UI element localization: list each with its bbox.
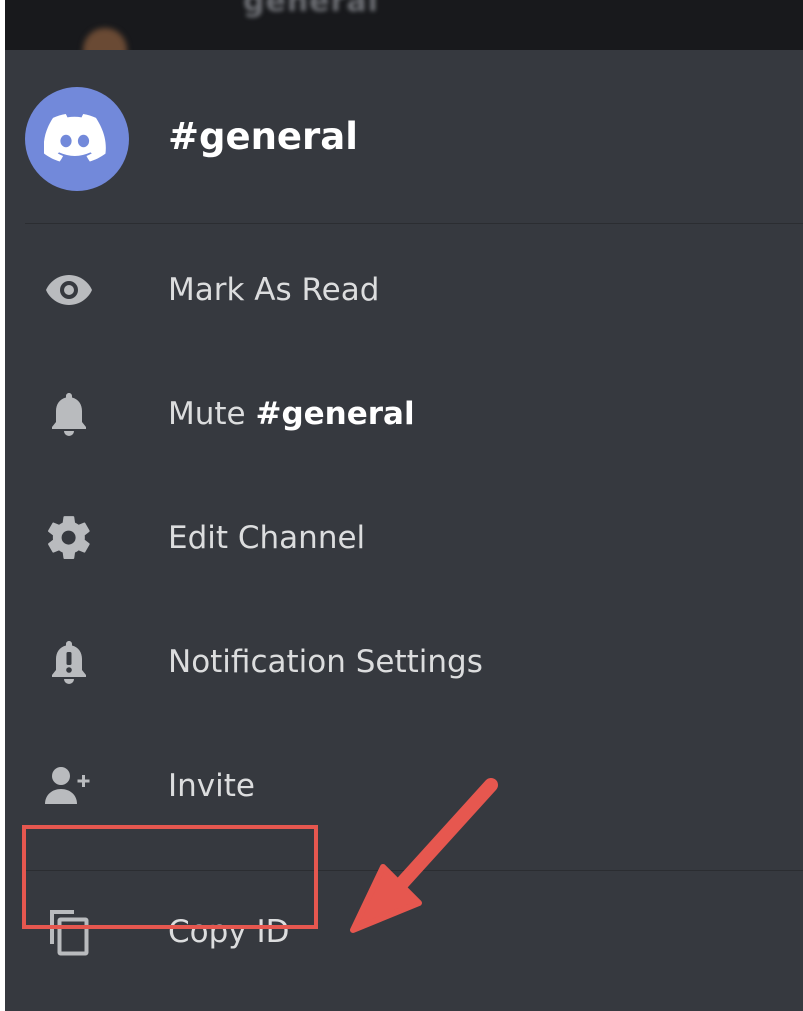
menu-item-label-prefix: Mute <box>168 396 256 432</box>
blurred-channel-name: general <box>243 0 379 19</box>
background-channel-header: general <box>5 0 803 50</box>
menu-item-mark-as-read[interactable]: Mark As Read <box>5 240 803 340</box>
blurred-avatar <box>83 28 127 50</box>
app-frame: general #general Mark As Read Mute #gene… <box>5 0 803 1011</box>
discord-logo-icon <box>25 87 129 191</box>
menu-item-notification-settings[interactable]: Notification Settings <box>5 612 803 712</box>
menu-item-label-channel: #general <box>255 396 415 432</box>
highlight-box <box>22 825 318 929</box>
gear-icon <box>43 512 95 564</box>
menu-item-mute-channel[interactable]: Mute #general <box>5 364 803 464</box>
menu-item-edit-channel[interactable]: Edit Channel <box>5 488 803 588</box>
menu-item-label: Mute #general <box>168 396 415 432</box>
page-title: #general <box>168 115 358 158</box>
menu-item-label: Mark As Read <box>168 272 380 308</box>
sheet-header: #general <box>5 50 803 222</box>
menu-item-label: Notification Settings <box>168 644 483 680</box>
bell-alert-icon <box>43 636 95 688</box>
menu-item-label: Invite <box>168 768 255 804</box>
eye-icon <box>43 264 95 316</box>
add-user-icon <box>43 760 95 812</box>
menu-item-label: Edit Channel <box>168 520 366 556</box>
annotation-arrow-icon <box>350 778 498 933</box>
bell-icon <box>43 388 95 440</box>
divider <box>25 223 803 224</box>
